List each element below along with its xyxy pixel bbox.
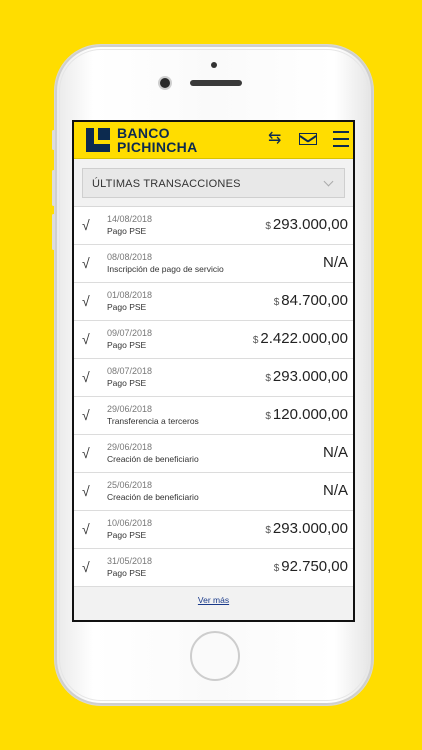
transaction-date: 10/06/2018: [107, 518, 153, 528]
check-icon: √: [82, 483, 90, 499]
transaction-description: Inscripción de pago de servicio: [107, 264, 224, 274]
amount-value: 293.000,00: [272, 368, 348, 385]
front-camera: [160, 78, 170, 88]
transaction-description: Creación de beneficiario: [107, 492, 199, 502]
check-icon: √: [82, 445, 90, 461]
app-header: BANCO PICHINCHA ⇆: [74, 122, 353, 159]
brand-name: BANCO PICHINCHA: [117, 125, 198, 155]
transaction-description: Pago PSE: [107, 226, 147, 236]
transaction-amount: $84.700,00: [274, 292, 348, 312]
check-icon: √: [82, 559, 90, 575]
transaction-row[interactable]: √ 10/06/2018 Pago PSE $293.000,00: [74, 511, 353, 549]
transaction-row[interactable]: √ 09/07/2018 Pago PSE $2.422.000,00: [74, 321, 353, 359]
bank-logo-icon: [86, 128, 110, 152]
currency-symbol: $: [273, 563, 280, 574]
transaction-amount: $2.422.000,00: [253, 330, 348, 350]
transaction-date: 25/06/2018: [107, 480, 153, 490]
earpiece-speaker: [190, 80, 242, 86]
transaction-date: 01/08/2018: [107, 290, 153, 300]
transaction-amount: N/A: [321, 444, 348, 464]
transaction-description: Transferencia a terceros: [107, 416, 199, 426]
transaction-description: Pago PSE: [107, 340, 147, 350]
volume-down-button: [52, 214, 55, 250]
transaction-row[interactable]: √ 01/08/2018 Pago PSE $84.700,00: [74, 283, 353, 321]
transaction-description: Pago PSE: [107, 530, 147, 540]
swap-arrows-icon[interactable]: ⇆: [268, 128, 281, 148]
transaction-date: 31/05/2018: [107, 556, 153, 566]
transaction-description: Pago PSE: [107, 568, 147, 578]
transaction-row[interactable]: √ 31/05/2018 Pago PSE $92.750,00: [74, 549, 353, 587]
transaction-description: Pago PSE: [107, 302, 147, 312]
currency-symbol: $: [273, 297, 280, 308]
transaction-amount: $120.000,00: [265, 406, 348, 426]
check-icon: √: [82, 255, 90, 271]
app-screen: BANCO PICHINCHA ⇆ ÚLTIMAS TRANSACCIONES …: [72, 120, 355, 622]
transaction-date: 09/07/2018: [107, 328, 153, 338]
transaction-description: Pago PSE: [107, 378, 147, 388]
amount-value: 84.700,00: [281, 292, 348, 309]
amount-value: N/A: [322, 482, 348, 499]
check-icon: √: [82, 407, 90, 423]
amount-value: N/A: [322, 254, 348, 271]
transaction-amount: $293.000,00: [265, 216, 348, 236]
check-icon: √: [82, 331, 90, 347]
check-icon: √: [82, 217, 90, 233]
transaction-amount: $92.750,00: [274, 558, 348, 578]
amount-value: 92.750,00: [281, 558, 348, 575]
chevron-down-icon: [323, 176, 334, 187]
transaction-row[interactable]: √ 08/08/2018 Inscripción de pago de servic…: [74, 245, 353, 283]
transactions-list: √ 14/08/2018 Pago PSE $293.000,00 √ 08/08/201…: [74, 207, 353, 587]
transaction-row[interactable]: √ 29/06/2018 Transferencia a terceros $120.…: [74, 397, 353, 435]
transaction-amount: N/A: [321, 482, 348, 502]
currency-symbol: $: [265, 525, 271, 536]
transaction-row[interactable]: √ 14/08/2018 Pago PSE $293.000,00: [74, 207, 353, 245]
currency-symbol: $: [252, 335, 259, 346]
transaction-row[interactable]: √ 08/07/2018 Pago PSE $293.000,00: [74, 359, 353, 397]
check-icon: √: [82, 293, 90, 309]
transaction-date: 08/08/2018: [107, 252, 153, 262]
transaction-date: 29/06/2018: [107, 442, 153, 452]
transaction-amount: $293.000,00: [265, 368, 348, 388]
currency-symbol: $: [265, 411, 271, 422]
filter-select-label: ÚLTIMAS TRANSACCIONES: [92, 178, 241, 190]
ver-mas-link[interactable]: Ver más: [198, 595, 229, 605]
transaction-date: 08/07/2018: [107, 366, 153, 376]
amount-value: 293.000,00: [272, 216, 348, 233]
mute-switch: [52, 130, 55, 150]
transaction-row[interactable]: √ 29/06/2018 Creación de beneficiario N/A: [74, 435, 353, 473]
transaction-amount: $293.000,00: [265, 520, 348, 540]
transaction-amount: N/A: [321, 254, 348, 274]
currency-symbol: $: [265, 373, 271, 384]
amount-value: 120.000,00: [272, 406, 348, 423]
envelope-icon[interactable]: [299, 133, 317, 145]
more-link-area: Ver más: [74, 587, 353, 605]
filter-area: ÚLTIMAS TRANSACCIONES: [74, 159, 353, 207]
transaction-description: Creación de beneficiario: [107, 454, 199, 464]
amount-value: 2.422.000,00: [260, 330, 348, 347]
amount-value: 293.000,00: [272, 520, 348, 537]
currency-symbol: $: [265, 221, 271, 232]
transaction-date: 29/06/2018: [107, 404, 153, 414]
volume-up-button: [52, 170, 55, 206]
transactions-filter-select[interactable]: ÚLTIMAS TRANSACCIONES: [82, 168, 345, 198]
transaction-row[interactable]: √ 25/06/2018 Creación de beneficiario N/A: [74, 473, 353, 511]
transaction-date: 14/08/2018: [107, 214, 153, 224]
home-button[interactable]: [190, 631, 240, 681]
amount-value: N/A: [322, 444, 348, 461]
proximity-sensor: [211, 62, 217, 68]
check-icon: √: [82, 521, 90, 537]
hamburger-menu-icon[interactable]: [333, 131, 349, 152]
check-icon: √: [82, 369, 90, 385]
